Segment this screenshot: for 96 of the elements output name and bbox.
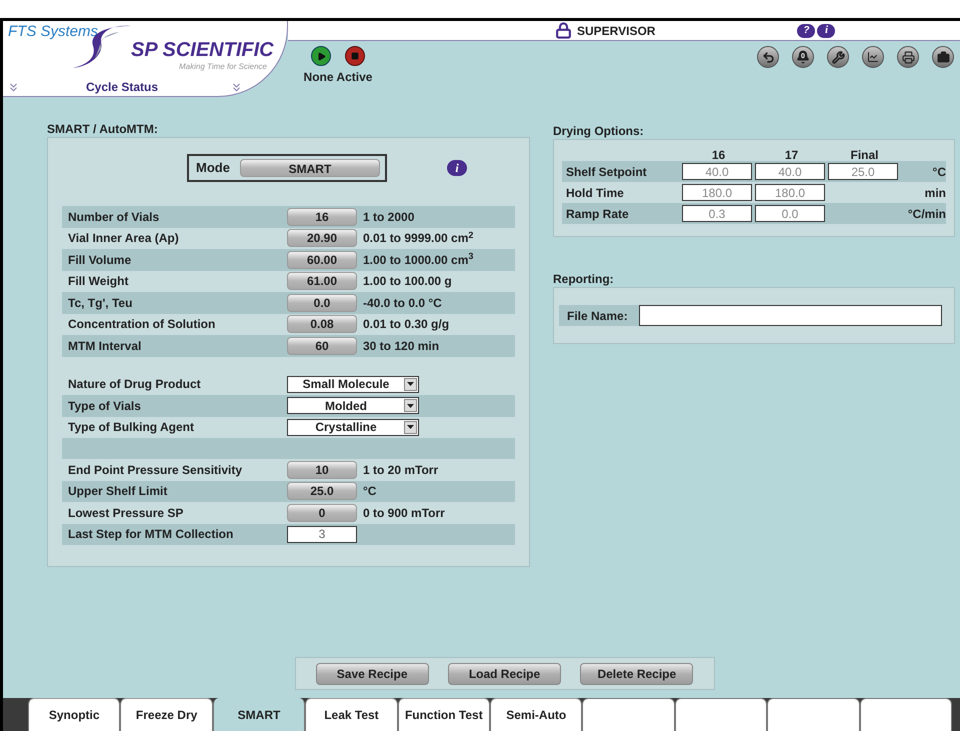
printer-button[interactable] <box>897 46 919 68</box>
section-title: SMART / AutoMTM: <box>47 121 159 137</box>
lock-icon <box>555 22 572 39</box>
file-name-field[interactable] <box>639 305 942 326</box>
row-label: Ramp Rate <box>565 206 630 222</box>
column-header: 17 <box>784 147 800 161</box>
input-field[interactable]: 0.3 <box>682 205 752 222</box>
value-button[interactable]: 0 <box>287 504 357 522</box>
field-label: Concentration of Solution <box>67 316 216 334</box>
undo-icon <box>762 50 774 64</box>
dropdown[interactable]: Crystalline <box>287 418 419 436</box>
tab[interactable]: Semi-Auto <box>490 698 582 731</box>
row-label: Shelf Setpoint <box>565 164 648 180</box>
play-icon <box>316 52 326 60</box>
range-text: 0.01 to 0.30 g/g <box>363 316 450 334</box>
input-field[interactable]: 180.0 <box>682 184 752 201</box>
briefcase-button[interactable] <box>932 46 954 68</box>
logo-title: SP SCIENTIFIC <box>131 39 274 61</box>
input-field[interactable]: 25.0 <box>828 163 898 180</box>
unit-text: °C <box>932 164 946 180</box>
column-header: Final <box>849 147 880 161</box>
tools-button[interactable] <box>827 46 849 68</box>
value-button[interactable]: 0.0 <box>287 294 357 312</box>
field-label: Lowest Pressure SP <box>67 504 184 522</box>
bell-icon <box>796 50 810 64</box>
user-role: SUPERVISOR <box>577 22 656 40</box>
range-text: 1 to 20 mTorr <box>363 462 438 479</box>
field-label: Nature of Drug Product <box>67 376 202 394</box>
input-field[interactable]: 180.0 <box>755 184 825 201</box>
row-label: Hold Time <box>565 184 625 202</box>
field-label: File Name: <box>559 305 639 326</box>
stop-button[interactable] <box>345 46 365 66</box>
recipe-button[interactable]: Save Recipe <box>316 662 429 684</box>
stop-icon <box>351 52 359 60</box>
input-field[interactable]: 40.0 <box>755 163 825 180</box>
field-label: Number of Vials <box>67 208 160 226</box>
value-button[interactable]: 20.90 <box>287 229 357 248</box>
dropdown[interactable]: Small Molecule <box>287 376 419 393</box>
field-label: Vial Inner Area (Ap) <box>67 230 180 248</box>
brand-text: FTS Systems <box>8 22 98 42</box>
range-text: 1 to 2000 <box>363 208 414 226</box>
value-button[interactable]: 61.00 <box>287 272 357 290</box>
value-button[interactable]: 0.08 <box>287 315 357 334</box>
value-button[interactable]: 10 <box>287 460 357 479</box>
field-label: MTM Interval <box>67 338 142 355</box>
run-status: None Active <box>304 69 372 86</box>
range-text: °C <box>363 483 376 500</box>
cycle-status-tab[interactable]: Cycle Status <box>86 78 158 96</box>
unit-text: °C/min <box>906 206 946 222</box>
chart-button[interactable] <box>862 46 884 68</box>
section-title: Reporting: <box>553 271 615 287</box>
info-icon[interactable]: i <box>447 160 467 176</box>
briefcase-icon <box>936 50 950 64</box>
mode-label: Mode <box>196 159 230 178</box>
info-icon[interactable]: i <box>817 24 836 38</box>
field-label: Fill Volume <box>67 252 132 269</box>
value-button[interactable]: 25.0 <box>287 482 357 500</box>
help-icon[interactable]: ? <box>797 24 816 38</box>
tab[interactable]: Synoptic <box>28 698 120 731</box>
value-button[interactable]: 60.00 <box>287 250 357 269</box>
tab[interactable]: SMART <box>212 698 306 731</box>
logo-tagline: Making Time for Science <box>179 62 267 72</box>
field-label: Type of Bulking Agent <box>67 419 195 436</box>
field-label: Upper Shelf Limit <box>67 483 168 500</box>
tab[interactable]: Function Test <box>398 698 490 731</box>
input-field[interactable]: 40.0 <box>682 163 752 180</box>
field-label: Tc, Tg', Teu <box>67 294 134 312</box>
field-label: Type of Vials <box>67 398 142 415</box>
recipe-button[interactable]: Load Recipe <box>448 662 562 684</box>
input-field[interactable]: 3 <box>287 526 357 543</box>
expand-icon[interactable] <box>7 80 20 94</box>
value-button[interactable]: 60 <box>287 336 357 355</box>
range-text: 30 to 120 min <box>363 338 440 355</box>
dropdown[interactable]: Molded <box>287 397 419 414</box>
value-button[interactable]: 16 <box>287 208 357 226</box>
recipe-button[interactable]: Delete Recipe <box>580 662 694 684</box>
field-label: Last Step for MTM Collection <box>67 526 234 544</box>
field-label: End Point Pressure Sensitivity <box>67 462 244 479</box>
printer-icon <box>902 50 914 64</box>
start-button[interactable] <box>311 46 331 66</box>
input-field[interactable]: 0.0 <box>755 205 825 222</box>
column-header: 16 <box>710 147 726 161</box>
tab[interactable]: Freeze Dry <box>120 698 213 731</box>
field-label: Fill Weight <box>67 273 130 290</box>
range-text: 0.01 to 9999.00 cm$^{2}$ <box>363 229 474 248</box>
range-text: -40.0 to 0.0 °C <box>363 294 442 312</box>
unit-text: min <box>924 184 946 202</box>
chart-icon <box>867 51 879 63</box>
wrench-icon <box>832 50 844 64</box>
mode-button[interactable]: SMART <box>240 159 380 177</box>
range-text: 1.00 to 100.00 g <box>363 273 452 290</box>
tab[interactable]: Leak Test <box>305 698 398 731</box>
range-text: 0 to 900 mTorr <box>363 504 445 522</box>
section-title: Drying Options: <box>553 123 645 139</box>
undo-button[interactable] <box>757 46 779 68</box>
range-text: 1.00 to 1000.00 cm$^{3}$ <box>363 250 474 269</box>
